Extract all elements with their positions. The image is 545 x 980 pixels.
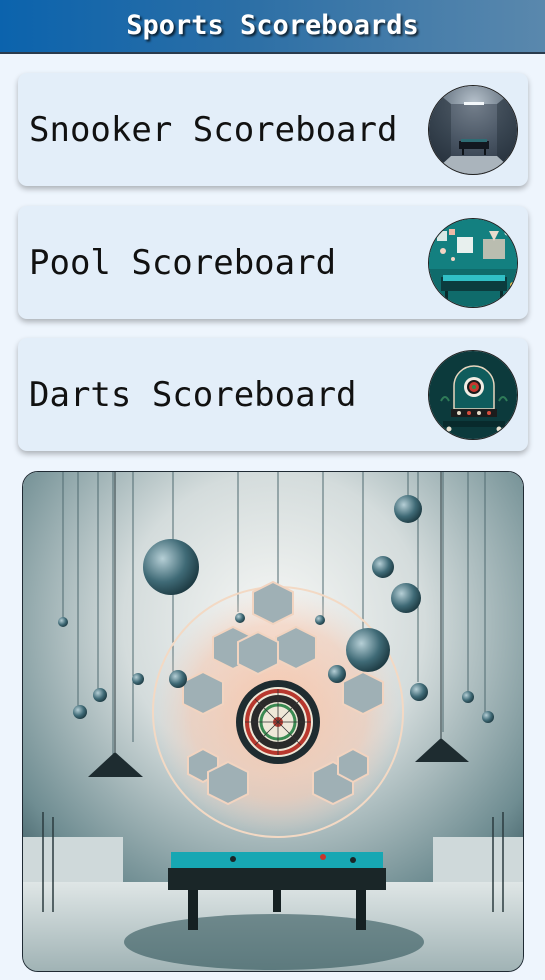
page-title: Sports Scoreboards (126, 9, 419, 41)
snooker-scoreboard-button[interactable]: Snooker Scoreboard (18, 73, 528, 186)
app-header: Sports Scoreboards (0, 0, 545, 54)
darts-scoreboard-button[interactable]: Darts Scoreboard (18, 338, 528, 451)
pool-scoreboard-label: Pool Scoreboard (29, 242, 337, 283)
snooker-room-thumbnail-icon (428, 85, 518, 175)
pool-room-thumbnail-icon (428, 218, 518, 308)
darts-and-pool-room-illustration (22, 471, 524, 972)
darts-room-thumbnail-icon (428, 350, 518, 440)
pool-scoreboard-button[interactable]: Pool Scoreboard (18, 206, 528, 319)
snooker-scoreboard-label: Snooker Scoreboard (29, 109, 398, 150)
darts-scoreboard-label: Darts Scoreboard (29, 374, 357, 415)
